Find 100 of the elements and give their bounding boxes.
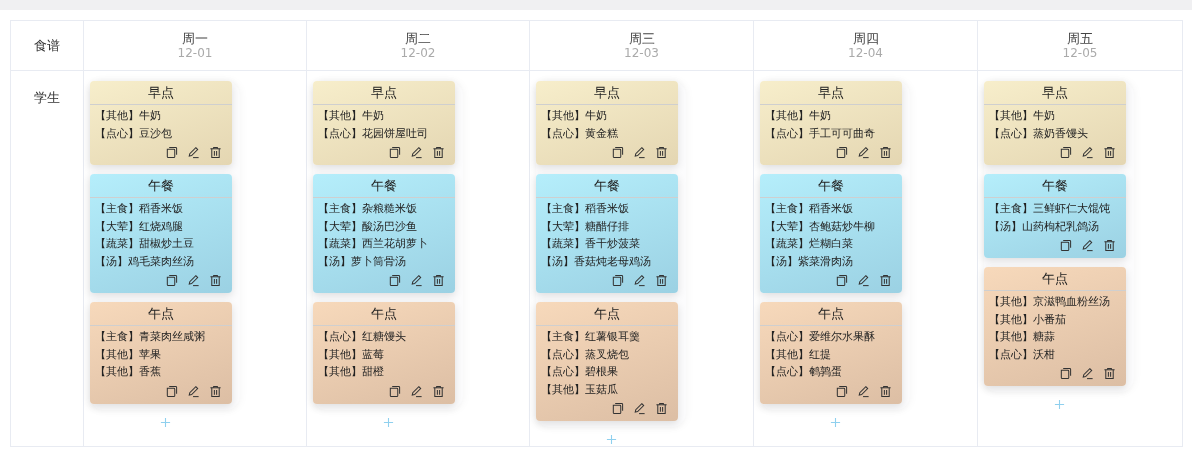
trash-icon[interactable] bbox=[432, 146, 445, 159]
pencil-icon[interactable] bbox=[1081, 239, 1094, 252]
date-label: 12-02 bbox=[400, 46, 436, 60]
dish-item: 【其他】牛奶 bbox=[541, 108, 608, 124]
dish-item: 【点心】黄金糕 bbox=[541, 125, 619, 142]
copy-icon[interactable] bbox=[611, 274, 624, 287]
trash-icon[interactable] bbox=[209, 384, 222, 398]
trash-icon[interactable] bbox=[879, 274, 892, 287]
dish-item: 【其他】红提 bbox=[765, 346, 832, 363]
dish-item: 【大荤】糖醋仔排 bbox=[541, 218, 630, 235]
meal-title: 早点 bbox=[313, 82, 455, 105]
meal-title: 午点 bbox=[984, 268, 1126, 291]
pencil-icon[interactable] bbox=[1081, 146, 1094, 159]
weekday-label: 周四 bbox=[852, 31, 879, 46]
pencil-icon[interactable] bbox=[410, 384, 423, 398]
copy-icon[interactable] bbox=[165, 384, 178, 398]
dish-item: 【主食】红薯银耳羹 bbox=[541, 329, 641, 345]
date-label: 12-01 bbox=[177, 46, 213, 60]
dish-item: 【汤】香菇炖老母鸡汤 bbox=[541, 253, 652, 270]
dish-item: 【点心】鹌鹑蛋 bbox=[765, 364, 843, 380]
dish-item: 【点心】蒸叉烧包 bbox=[541, 346, 630, 363]
trash-icon[interactable] bbox=[432, 384, 445, 398]
copy-icon[interactable] bbox=[388, 384, 401, 398]
dish-item: 【其他】香蕉 bbox=[95, 364, 162, 380]
dish-item: 【点心】红糖馒头 bbox=[318, 329, 407, 345]
dish-item: 【主食】杂粮糙米饭 bbox=[318, 201, 418, 217]
dish-item: 【蔬菜】甜椒炒土豆 bbox=[95, 236, 195, 252]
pencil-icon[interactable] bbox=[187, 274, 200, 287]
pencil-icon[interactable] bbox=[633, 146, 646, 159]
dish-item: 【主食】三鲜虾仁大馄饨 bbox=[989, 201, 1111, 217]
pencil-icon[interactable] bbox=[857, 384, 870, 398]
copy-icon[interactable] bbox=[165, 146, 178, 159]
copy-icon[interactable] bbox=[835, 274, 848, 287]
meal-title: 早点 bbox=[760, 82, 902, 105]
copy-icon[interactable] bbox=[1059, 367, 1072, 380]
pencil-icon[interactable] bbox=[857, 274, 870, 287]
copy-icon[interactable] bbox=[388, 146, 401, 159]
meal-title: 午餐 bbox=[760, 175, 902, 198]
copy-icon[interactable] bbox=[835, 384, 848, 398]
meal-title: 早点 bbox=[536, 82, 678, 105]
pencil-icon[interactable] bbox=[1081, 367, 1094, 380]
dish-item: 【主食】稻香米饭 bbox=[95, 201, 184, 217]
date-label: 12-03 bbox=[624, 46, 659, 60]
trash-icon[interactable] bbox=[879, 146, 892, 159]
dish-item: 【点心】手工可可曲奇 bbox=[765, 125, 876, 142]
trash-icon[interactable] bbox=[655, 146, 668, 159]
pencil-icon[interactable] bbox=[633, 402, 646, 415]
dish-item: 【点心】蒸奶香馒头 bbox=[989, 125, 1089, 142]
dish-item: 【点心】爱维尔水果酥 bbox=[765, 329, 876, 345]
dish-item: 【蔬菜】烂糊白菜 bbox=[765, 236, 854, 252]
pencil-icon[interactable] bbox=[187, 384, 200, 398]
copy-icon[interactable] bbox=[611, 402, 624, 415]
dish-item: 【汤】紫菜滑肉汤 bbox=[765, 253, 854, 270]
trash-icon[interactable] bbox=[1103, 146, 1116, 159]
pencil-icon[interactable] bbox=[857, 146, 870, 159]
date-label: 12-05 bbox=[1062, 46, 1098, 60]
copy-icon[interactable] bbox=[165, 274, 178, 287]
pencil-icon[interactable] bbox=[410, 146, 423, 159]
meal-title: 午餐 bbox=[90, 175, 232, 198]
dish-item: 【其他】玉菇瓜 bbox=[541, 381, 619, 398]
copy-icon[interactable] bbox=[835, 146, 848, 159]
dish-item: 【汤】山药枸杞乳鸽汤 bbox=[989, 218, 1100, 235]
copy-icon[interactable] bbox=[611, 146, 624, 159]
trash-icon[interactable] bbox=[1103, 367, 1116, 380]
pencil-icon[interactable] bbox=[410, 274, 423, 287]
dish-item: 【其他】糖蒜 bbox=[989, 329, 1056, 345]
meal-title: 午点 bbox=[90, 303, 232, 326]
dish-item: 【其他】京滋鸭血粉丝汤 bbox=[989, 294, 1111, 310]
trash-icon[interactable] bbox=[879, 384, 892, 398]
dish-item: 【蔬菜】西兰花胡萝卜 bbox=[318, 236, 429, 252]
dish-item: 【主食】稻香米饭 bbox=[765, 201, 854, 217]
trash-icon[interactable] bbox=[655, 274, 668, 287]
trash-icon[interactable] bbox=[432, 274, 445, 287]
weekday-label: 周五 bbox=[1067, 31, 1093, 46]
dish-item: 【其他】苹果 bbox=[95, 346, 162, 363]
trash-icon[interactable] bbox=[1103, 239, 1116, 252]
copy-icon[interactable] bbox=[1059, 146, 1072, 159]
dish-item: 【其他】牛奶 bbox=[765, 108, 832, 124]
copy-icon[interactable] bbox=[1059, 239, 1072, 252]
dish-item: 【点心】豆沙包 bbox=[95, 125, 173, 142]
dish-item: 【蔬菜】香干炒菠菜 bbox=[541, 236, 641, 252]
copy-icon[interactable] bbox=[388, 274, 401, 287]
trash-icon[interactable] bbox=[655, 402, 668, 415]
pencil-icon[interactable] bbox=[187, 146, 200, 159]
dish-item: 【主食】稻香米饭 bbox=[541, 201, 630, 217]
weekday-label: 周二 bbox=[405, 31, 431, 46]
trash-icon[interactable] bbox=[209, 274, 222, 287]
dish-item: 【其他】蓝莓 bbox=[318, 346, 385, 363]
dish-item: 【点心】碧根果 bbox=[541, 364, 619, 380]
row-label: 学生 bbox=[34, 89, 60, 107]
meal-title: 午餐 bbox=[536, 175, 678, 198]
dish-item: 【点心】花园饼屋吐司 bbox=[318, 125, 429, 142]
pencil-icon[interactable] bbox=[633, 274, 646, 287]
table-header: 食谱 bbox=[34, 36, 60, 55]
dish-item: 【汤】萝卜筒骨汤 bbox=[318, 253, 407, 270]
meal-title: 早点 bbox=[984, 82, 1126, 105]
weekday-label: 周一 bbox=[182, 31, 208, 46]
dish-item: 【大荤】酸汤巴沙鱼 bbox=[318, 218, 418, 235]
trash-icon[interactable] bbox=[209, 146, 222, 159]
dish-item: 【其他】甜橙 bbox=[318, 364, 385, 380]
